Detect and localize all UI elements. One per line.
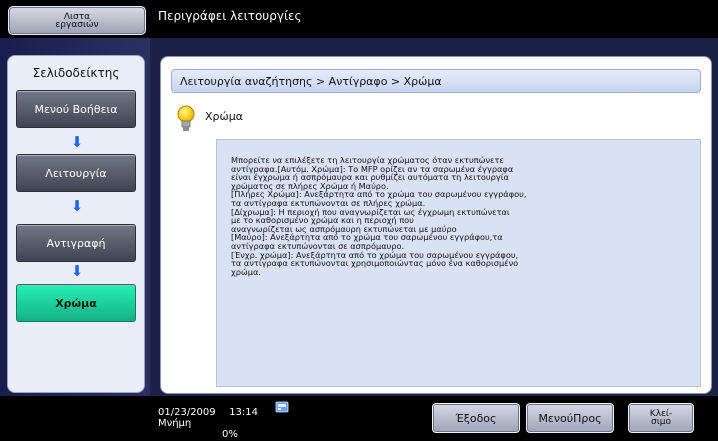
job-list-button[interactable]: Λιστα εργασιών (8, 6, 146, 35)
breadcrumb: Λειτουργία αναζήτησης > Αντίγραφο > Χρώμ… (171, 69, 701, 93)
top-bar: Λιστα εργασιών Περιγράφει λειτουργίες (0, 0, 718, 38)
sidebar-item-color[interactable]: Χρώμα (16, 284, 136, 322)
top-title: Περιγράφει λειτουργίες (158, 9, 302, 23)
arrow-down-icon: ⬇ (70, 197, 84, 215)
arrow-down-icon: ⬇ (70, 133, 84, 151)
memory-value: 0% (222, 429, 238, 440)
main-area: Λειτουργία αναζήτησης > Αντίγραφο > Χρώμ… (150, 38, 718, 396)
exit-button[interactable]: Έξοδος (432, 403, 520, 433)
bookmark-title: Σελιδοδείκτης (32, 66, 120, 80)
sidebar-item-function[interactable]: Λειτουργία (16, 154, 136, 192)
memory-label: Μνήμη (158, 418, 192, 429)
content-panel: Λειτουργία αναζήτησης > Αντίγραφο > Χρώμ… (160, 56, 712, 394)
description-panel: Μπορείτε να επιλέξετε τη λειτουργία χρώμ… (216, 139, 701, 387)
status-area: 01/23/2009 13:14 Μνήμη 0% (158, 407, 259, 440)
memory-icon (275, 401, 289, 413)
job-list-line-2: εργασιών (55, 19, 99, 30)
date-display: 01/23/2009 (158, 407, 216, 418)
close-line-2: σιμο (651, 417, 671, 427)
sidebar-item-copy[interactable]: Αντιγραφή (16, 224, 136, 262)
close-button[interactable]: Κλεί- σιμο (628, 403, 694, 433)
description-text: Μπορείτε να επιλέξετε τη λειτουργία χρώμ… (231, 155, 527, 277)
sidebar: Σελιδοδείκτης Μενού Βοήθεια ⬇ Λειτουργία… (0, 38, 150, 396)
lightbulb-icon (177, 105, 195, 131)
arrow-down-icon: ⬇ (70, 262, 84, 280)
time-display: 13:14 (229, 407, 259, 418)
help-heading: Χρώμα (205, 110, 243, 123)
menu-forward-button[interactable]: ΜενούΠρος (526, 403, 614, 433)
sidebar-item-help-menu[interactable]: Μενού Βοήθεια (16, 90, 136, 128)
